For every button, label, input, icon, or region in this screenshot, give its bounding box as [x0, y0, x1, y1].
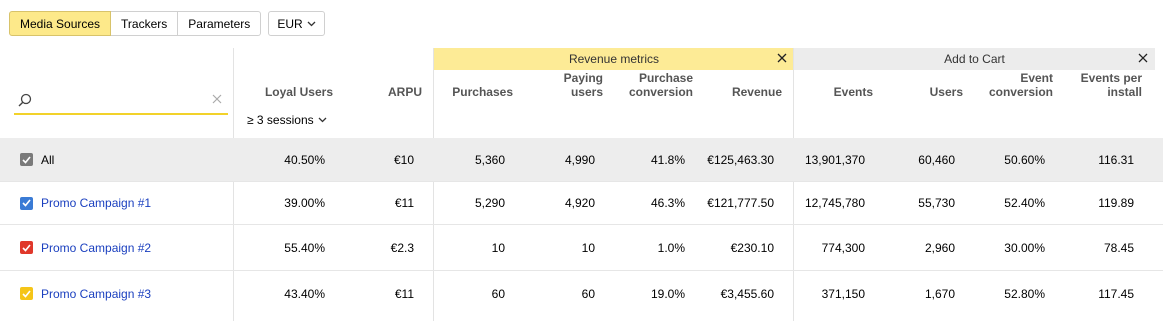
cell-users: 60,460: [918, 152, 955, 167]
table-row: Promo Campaign #2 55.40% €2.3 10 10 1.0% €230.…: [0, 224, 1163, 270]
cell-purchases: 60: [491, 286, 505, 301]
cell-event-conversion: 52.40%: [1004, 196, 1045, 210]
campaign-link[interactable]: Promo Campaign #3: [41, 287, 151, 301]
cell-purchase-conversion: 41.8%: [650, 152, 685, 167]
row-label: All: [41, 152, 55, 167]
table-row: Promo Campaign #3 43.40% €11 60 60 19.0% €3,45…: [0, 270, 1163, 316]
cell-users: 2,960: [924, 240, 955, 255]
cell-event-conversion: 52.80%: [1004, 286, 1045, 301]
col-label-line: conversion: [988, 85, 1053, 99]
col-events[interactable]: Events: [834, 85, 873, 99]
cell-purchase-conversion: 46.3%: [650, 196, 685, 210]
clear-icon[interactable]: [212, 94, 222, 104]
row-name: Promo Campaign #1: [20, 182, 151, 224]
col-label-line: Events per: [1080, 71, 1142, 85]
group-header-add-to-cart: Add to Cart: [794, 48, 1155, 70]
source-type-switcher: Media Sources Trackers Parameters: [9, 11, 262, 36]
col-arpu[interactable]: ARPU: [388, 85, 422, 99]
cell-purchases: 5,360: [474, 152, 505, 167]
cell-purchase-conversion: 19.0%: [650, 286, 685, 301]
col-label-line: Event: [1020, 71, 1053, 85]
table-row: Promo Campaign #1 39.00% €11 5,290 4,920 46.3…: [0, 181, 1163, 224]
cell-users: 1,670: [924, 286, 955, 301]
check-icon: [22, 243, 31, 252]
row-name: Promo Campaign #2: [20, 225, 151, 270]
col-label-line: Purchase: [638, 71, 693, 85]
col-purchases[interactable]: Purchases: [452, 85, 513, 99]
cell-events-per-install: 119.89: [1098, 196, 1134, 210]
col-label-line: users: [570, 85, 603, 99]
cell-events-per-install: 117.45: [1098, 286, 1134, 301]
col-paying-users[interactable]: Paying users: [564, 71, 603, 99]
cell-event-conversion: 50.60%: [1004, 152, 1045, 167]
cell-events: 371,150: [821, 286, 865, 301]
cell-loyal-users: 40.50%: [284, 152, 325, 167]
col-users[interactable]: Users: [930, 85, 963, 99]
search-icon: [18, 93, 32, 107]
row-name: All: [20, 138, 54, 181]
cell-arpu: €11: [394, 196, 414, 210]
check-icon: [22, 155, 31, 164]
tab-parameters[interactable]: Parameters: [178, 11, 262, 36]
cell-users: 55,730: [918, 196, 955, 210]
cell-revenue: €125,463.30: [707, 152, 774, 167]
tab-trackers[interactable]: Trackers: [111, 11, 179, 36]
close-icon[interactable]: [1137, 52, 1149, 64]
cell-events: 12,745,780: [804, 196, 865, 210]
row-checkbox[interactable]: [20, 196, 33, 210]
loyal-filter-label: ≥ 3 sessions: [247, 113, 314, 127]
cell-purchase-conversion: 1.0%: [657, 240, 685, 255]
cell-paying-users: 60: [581, 286, 595, 301]
cell-revenue: €121,777.50: [707, 196, 774, 210]
cell-revenue: €3,455.60: [720, 286, 774, 301]
chevron-down-icon: [307, 21, 316, 26]
check-icon: [22, 199, 31, 207]
loyal-users-filter[interactable]: ≥ 3 sessions: [247, 113, 327, 127]
cell-loyal-users: 55.40%: [284, 240, 325, 255]
check-icon: [22, 289, 31, 298]
col-purchase-conversion[interactable]: Purchase conversion: [629, 71, 693, 99]
campaign-link[interactable]: Promo Campaign #2: [41, 241, 151, 255]
group-label: Revenue metrics: [568, 52, 660, 66]
cell-events: 13,901,370: [804, 152, 865, 167]
close-icon[interactable]: [776, 52, 788, 64]
col-label-line: Paying: [563, 71, 603, 85]
tab-media-sources[interactable]: Media Sources: [9, 11, 112, 36]
col-event-conversion[interactable]: Event conversion: [989, 71, 1053, 99]
cell-events: 774,300: [821, 240, 865, 255]
search-field[interactable]: [14, 87, 228, 115]
row-checkbox[interactable]: [20, 287, 33, 300]
cell-paying-users: 10: [581, 240, 595, 255]
campaign-link[interactable]: Promo Campaign #1: [41, 196, 151, 210]
group-label: Add to Cart: [944, 52, 1005, 66]
cell-paying-users: 4,920: [564, 196, 595, 210]
cell-paying-users: 4,990: [564, 152, 595, 167]
total-row: All 40.50% €10 5,360 4,990 41.8% €125,463.30 13…: [0, 138, 1163, 181]
cell-arpu: €11: [394, 286, 414, 301]
cell-arpu: €2.3: [390, 240, 414, 255]
cell-arpu: €10: [393, 152, 414, 167]
chevron-down-icon: [318, 117, 327, 123]
cell-revenue: €230.10: [730, 240, 774, 255]
group-header-revenue-metrics: Revenue metrics: [434, 48, 794, 70]
col-events-per-install[interactable]: Events per install: [1081, 71, 1142, 99]
cell-purchases: 5,290: [474, 196, 505, 210]
cell-event-conversion: 30.00%: [1004, 240, 1045, 255]
col-label-line: install: [1107, 85, 1142, 99]
currency-select[interactable]: EUR: [268, 11, 325, 36]
cell-events-per-install: 116.31: [1098, 152, 1134, 167]
cell-loyal-users: 43.40%: [284, 286, 325, 301]
currency-value: EUR: [277, 16, 303, 31]
row-checkbox[interactable]: [20, 241, 33, 254]
search-input[interactable]: [38, 91, 198, 111]
cell-events-per-install: 78.45: [1103, 240, 1134, 255]
row-name: Promo Campaign #3: [20, 271, 151, 316]
cell-purchases: 10: [491, 240, 505, 255]
cell-loyal-users: 39.00%: [284, 196, 325, 210]
row-checkbox[interactable]: [20, 153, 33, 166]
col-loyal-users[interactable]: Loyal Users: [265, 85, 333, 99]
col-label-line: conversion: [628, 85, 693, 99]
col-revenue[interactable]: Revenue: [732, 85, 782, 99]
